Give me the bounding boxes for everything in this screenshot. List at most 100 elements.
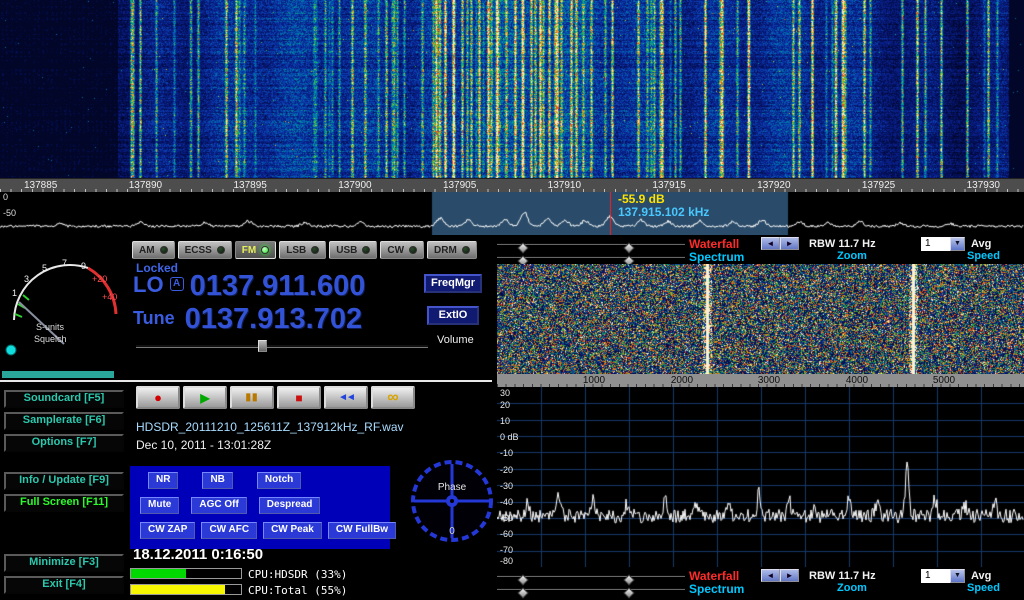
play-button[interactable]: ▶ bbox=[183, 386, 227, 409]
arrow-left-button[interactable]: ◄ bbox=[761, 237, 780, 250]
mode-label: AM bbox=[139, 245, 155, 256]
stop-button[interactable]: ■ bbox=[277, 386, 321, 409]
dropdown-arrow-icon[interactable]: ▼ bbox=[950, 569, 965, 583]
arrow-left-button[interactable]: ◄ bbox=[761, 569, 780, 582]
arrow-right-button[interactable]: ► bbox=[780, 569, 799, 582]
loop-button[interactable]: ∞ bbox=[371, 386, 415, 409]
soundcard-button[interactable]: Soundcard [F5] bbox=[4, 390, 124, 408]
fullscreen-button[interactable]: Full Screen [F11] bbox=[4, 494, 124, 512]
right-display-controls-top: Waterfall ◄ ► RBW 11.7 Hz 1 ▼ Avg Spectr… bbox=[497, 237, 1024, 263]
cw-fullbw-button[interactable]: CW FullBw bbox=[328, 522, 396, 539]
hdsdr-window: 137885 137890 137895 137900 137905 13791… bbox=[0, 0, 1024, 600]
audio-waterfall-display[interactable] bbox=[497, 264, 1024, 374]
db-label: -20 bbox=[500, 465, 513, 475]
mode-usb-button[interactable]: USB bbox=[329, 241, 377, 259]
mute-button[interactable]: Mute bbox=[140, 497, 179, 514]
mode-am-button[interactable]: AM bbox=[132, 241, 175, 259]
agc-off-button[interactable]: AGC Off bbox=[191, 497, 246, 514]
zoom-label[interactable]: Zoom bbox=[837, 582, 867, 594]
phase-label: Phase bbox=[438, 482, 467, 493]
lo-a-badge[interactable]: A bbox=[170, 277, 184, 291]
speed-label: Speed bbox=[967, 250, 1000, 262]
avg-value: 1 bbox=[921, 569, 950, 583]
audio-frequency-ruler[interactable]: 1000 2000 3000 4000 5000 bbox=[497, 374, 1024, 387]
control-panel: 1 3 5 7 9 +20 +40 S-units Squelch Soundc… bbox=[0, 235, 1024, 600]
smeter-tick: +40 bbox=[102, 292, 117, 302]
avg-dropdown[interactable]: 1 ▼ bbox=[921, 237, 965, 251]
cw-zap-button[interactable]: CW ZAP bbox=[140, 522, 195, 539]
db-label: -40 bbox=[500, 497, 513, 507]
waterfall-level-slider[interactable] bbox=[497, 243, 685, 245]
nr-button[interactable]: NR bbox=[148, 472, 178, 489]
despread-button[interactable]: Despread bbox=[259, 497, 321, 514]
phase-dial[interactable]: Phase 0 bbox=[406, 454, 498, 553]
slider-thumb[interactable] bbox=[623, 587, 634, 598]
phase-center-hole bbox=[450, 499, 454, 503]
spectrum-label[interactable]: Spectrum bbox=[689, 582, 744, 596]
rbw-readout: RBW 11.7 Hz bbox=[809, 570, 876, 582]
minimize-button[interactable]: Minimize [F3] bbox=[4, 554, 124, 572]
freqmgr-button[interactable]: FreqMgr bbox=[424, 274, 482, 293]
waterfall-label[interactable]: Waterfall bbox=[689, 237, 739, 251]
avg-value: 1 bbox=[921, 237, 950, 251]
mode-fm-button[interactable]: FM bbox=[235, 241, 276, 259]
volume-slider-handle[interactable] bbox=[258, 340, 267, 352]
mode-cw-button[interactable]: CW bbox=[380, 241, 424, 259]
tune-frequency-value[interactable]: 0137.913.702 bbox=[185, 305, 362, 333]
squelch-level-bar[interactable] bbox=[2, 371, 114, 378]
extio-button[interactable]: ExtIO bbox=[427, 306, 479, 325]
nb-button[interactable]: NB bbox=[202, 472, 232, 489]
stop-icon: ■ bbox=[295, 391, 302, 405]
cw-afc-button[interactable]: CW AFC bbox=[201, 522, 257, 539]
dropdown-arrow-icon[interactable]: ▼ bbox=[950, 237, 965, 251]
db-label: -60 bbox=[500, 529, 513, 539]
db-label: 30 bbox=[500, 388, 510, 398]
audio-spectrum-display[interactable]: 30 20 10 0 dB -10 -20 -30 -40 -50 -60 -7… bbox=[497, 387, 1024, 567]
mode-lsb-button[interactable]: LSB bbox=[279, 241, 326, 259]
frequency-ruler[interactable]: 137885 137890 137895 137900 137905 13791… bbox=[0, 178, 1024, 192]
mode-label: LSB bbox=[286, 245, 306, 256]
db-label: -70 bbox=[500, 545, 513, 555]
arrow-right-button[interactable]: ► bbox=[780, 237, 799, 250]
main-spectrum-canvas[interactable] bbox=[0, 192, 1024, 235]
mode-led-icon bbox=[362, 246, 370, 254]
samplerate-button[interactable]: Samplerate [F6] bbox=[4, 412, 124, 430]
freq-tick-label: 137915 bbox=[652, 179, 685, 193]
spectrum-label[interactable]: Spectrum bbox=[689, 250, 744, 264]
notch-button[interactable]: Notch bbox=[257, 472, 301, 489]
avg-dropdown[interactable]: 1 ▼ bbox=[921, 569, 965, 583]
cpu-total-bar-fill bbox=[131, 585, 225, 594]
audio-spectrum-canvas[interactable] bbox=[497, 387, 1024, 567]
main-waterfall-display[interactable] bbox=[0, 0, 1024, 178]
zoom-label[interactable]: Zoom bbox=[837, 250, 867, 262]
squelch-knob[interactable] bbox=[6, 345, 16, 355]
waterfall-level-slider[interactable] bbox=[497, 575, 685, 577]
volume-slider[interactable] bbox=[136, 339, 428, 353]
spectrum-level-slider[interactable] bbox=[497, 256, 685, 258]
smeter-tick: 3 bbox=[24, 274, 29, 284]
speed-label: Speed bbox=[967, 582, 1000, 594]
db-label: -80 bbox=[500, 556, 513, 566]
mode-ecss-button[interactable]: ECSS bbox=[178, 241, 232, 259]
pause-button[interactable]: ▮▮ bbox=[230, 386, 274, 409]
options-button[interactable]: Options [F7] bbox=[4, 434, 124, 452]
audio-tick-label: 2000 bbox=[660, 374, 704, 387]
play-icon: ▶ bbox=[200, 391, 209, 405]
smeter-tick: 5 bbox=[42, 263, 47, 273]
slider-thumb[interactable] bbox=[517, 587, 528, 598]
spectrum-level-slider[interactable] bbox=[497, 588, 685, 590]
volume-label: Volume bbox=[437, 334, 474, 346]
mode-drm-button[interactable]: DRM bbox=[427, 241, 477, 259]
db-label: -10 bbox=[500, 448, 513, 458]
info-update-button[interactable]: Info / Update [F9] bbox=[4, 472, 124, 490]
lo-frequency-value[interactable]: 0137.911.600 bbox=[190, 272, 366, 300]
exit-button[interactable]: Exit [F4] bbox=[4, 576, 124, 594]
freq-tick-label: 137920 bbox=[757, 179, 790, 193]
main-spectrum-display[interactable]: 0 -50 -55.9 dB 137.915.102 kHz bbox=[0, 192, 1024, 235]
audio-tick-label: 3000 bbox=[747, 374, 791, 387]
rewind-button[interactable]: ◄◄ bbox=[324, 386, 368, 409]
record-button[interactable]: ● bbox=[136, 386, 180, 409]
cw-peak-button[interactable]: CW Peak bbox=[263, 522, 322, 539]
smeter-tick: 7 bbox=[62, 258, 67, 268]
waterfall-label[interactable]: Waterfall bbox=[689, 569, 739, 583]
